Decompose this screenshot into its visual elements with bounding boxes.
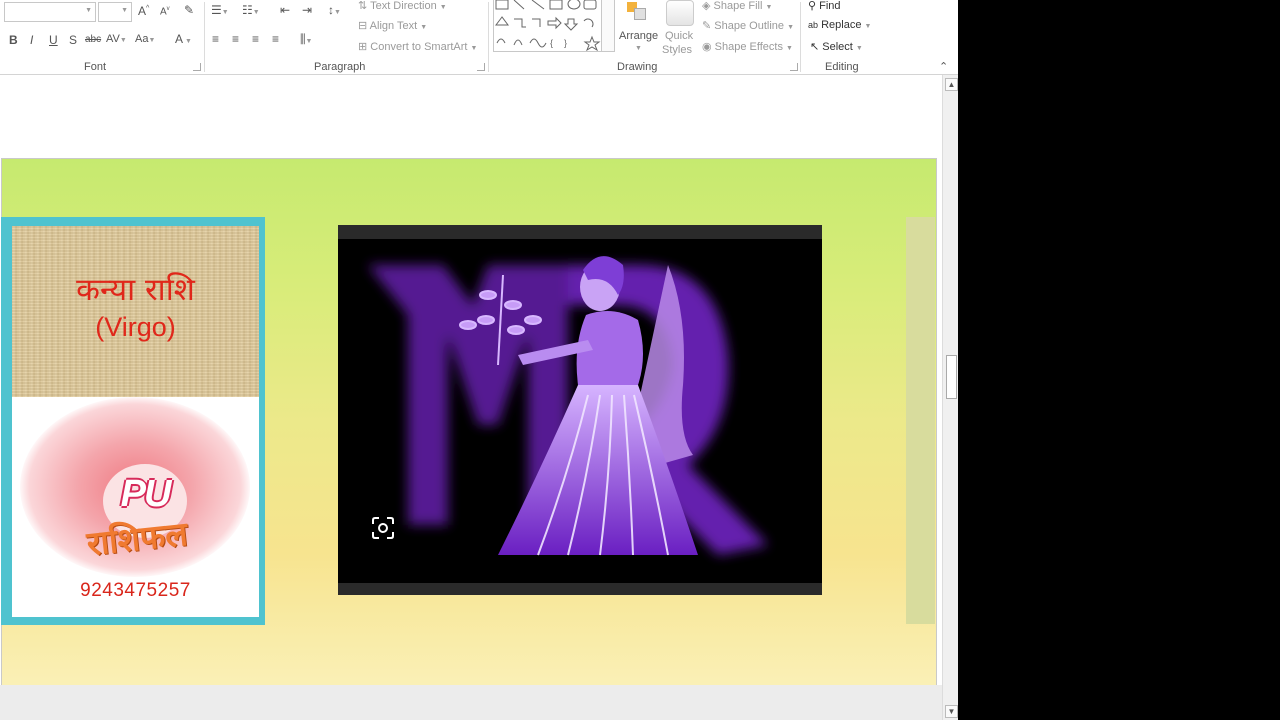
font-size-box[interactable]: ▼ (98, 2, 132, 22)
select-button[interactable]: ↖ Select ▼ (810, 40, 863, 53)
bold-button[interactable]: B (9, 33, 18, 47)
font-name-box[interactable]: ▼ (4, 2, 96, 22)
drawing-dialog-launcher-icon[interactable] (790, 63, 798, 71)
ribbon-separator (488, 2, 489, 72)
powerpoint-window: ▼ ▼ A^ Av ✎ B I U S abc AV▼ Aa▼ A ▼ Font… (0, 0, 958, 720)
shapes-gallery-icons: { } (495, 0, 601, 52)
vertical-scrollbar[interactable]: ▲ ▼ (942, 75, 958, 720)
line-spacing-icon[interactable]: ↕▼ (328, 3, 341, 17)
increase-indent-icon[interactable]: ⇥ (302, 3, 312, 17)
underline-button[interactable]: U (49, 33, 58, 47)
font-group-label: Font (84, 61, 107, 73)
replace-button[interactable]: ab Replace ▼ (808, 19, 871, 31)
justify-icon[interactable]: ≡ (272, 32, 279, 46)
shapes-gallery[interactable]: { } (493, 0, 603, 52)
text-shadow-button[interactable]: S (69, 33, 77, 47)
cursor-icon: ↖ (810, 41, 820, 53)
shrink-font-button[interactable]: Av (160, 6, 170, 17)
quick-styles-label-2[interactable]: Styles (662, 44, 692, 56)
columns-icon[interactable]: ⫼▼ (300, 32, 312, 47)
ribbon: ▼ ▼ A^ Av ✎ B I U S abc AV▼ Aa▼ A ▼ Font… (0, 0, 958, 75)
align-center-icon[interactable]: ≡ (232, 32, 239, 46)
canvas-bottom-area (0, 685, 942, 720)
rashi-title: कन्या राशि (76, 272, 195, 308)
rashi-subtitle: (Virgo) (95, 312, 176, 342)
image-bottom-bar (338, 583, 822, 595)
slide-side-band (906, 217, 935, 624)
convert-smartart-button[interactable]: ⊞ Convert to SmartArt ▼ (358, 40, 477, 53)
lens-scan-icon[interactable] (370, 515, 396, 541)
scroll-down-icon[interactable]: ▼ (945, 705, 958, 718)
align-left-icon[interactable]: ≡ (212, 32, 219, 46)
paragraph-dialog-launcher-icon[interactable] (477, 63, 485, 71)
find-button[interactable]: ⚲ Find (808, 0, 841, 12)
svg-text:}: } (564, 38, 567, 48)
font-dialog-launcher-icon[interactable] (193, 63, 201, 71)
editing-group-label: Editing (825, 61, 859, 73)
scroll-thumb[interactable] (946, 355, 957, 399)
font-color-button[interactable]: A ▼ (175, 32, 192, 46)
replace-icon: ab (808, 20, 819, 30)
arrange-dropdown-icon: ▼ (635, 45, 642, 52)
drawing-group-label: Drawing (617, 61, 658, 73)
text-direction-button[interactable]: ⇅ Text Direction ▼ (358, 0, 447, 12)
change-case-button[interactable]: Aa▼ (135, 33, 155, 45)
rashifal-logo-panel: PU राशिफल 9243475257 (12, 397, 259, 617)
shapes-gallery-scroll[interactable] (601, 0, 615, 52)
character-spacing-button[interactable]: AV▼ (106, 33, 127, 45)
ribbon-separator (204, 2, 205, 72)
ribbon-separator (800, 2, 801, 72)
scroll-up-icon[interactable]: ▲ (945, 78, 958, 91)
quick-styles-label-1[interactable]: Quick (665, 30, 693, 42)
decrease-indent-icon[interactable]: ⇤ (280, 3, 290, 17)
shape-outline-button[interactable]: ✎ Shape Outline ▼ (702, 19, 794, 32)
paragraph-group-label: Paragraph (314, 61, 366, 73)
binoculars-icon: ⚲ (808, 0, 817, 12)
strikethrough-button[interactable]: abc (85, 34, 101, 45)
shape-effects-button[interactable]: ◉ Shape Effects ▼ (702, 40, 793, 53)
phone-number: 9243475257 (80, 580, 191, 601)
align-right-icon[interactable]: ≡ (252, 32, 259, 46)
collapse-ribbon-icon[interactable]: ⌃ (939, 60, 948, 73)
numbering-icon[interactable]: ☷▼ (242, 3, 260, 17)
shape-fill-button[interactable]: ◈ Shape Fill ▼ (702, 0, 772, 12)
clear-formatting-icon[interactable]: ✎ (184, 3, 194, 17)
svg-text:{: { (550, 38, 553, 48)
arrange-button[interactable]: Arrange (619, 30, 658, 42)
align-text-button[interactable]: ⊟ Align Text ▼ (358, 19, 427, 32)
pu-logo: PU (120, 473, 172, 515)
virgo-image[interactable] (338, 225, 822, 595)
quick-styles-icon (666, 0, 694, 26)
arrange-icon (625, 0, 647, 22)
italic-button[interactable]: I (30, 33, 33, 47)
bullets-icon[interactable]: ☰▼ (211, 3, 229, 17)
grow-font-button[interactable]: A^ (138, 4, 149, 18)
virgo-illustration (368, 256, 768, 556)
